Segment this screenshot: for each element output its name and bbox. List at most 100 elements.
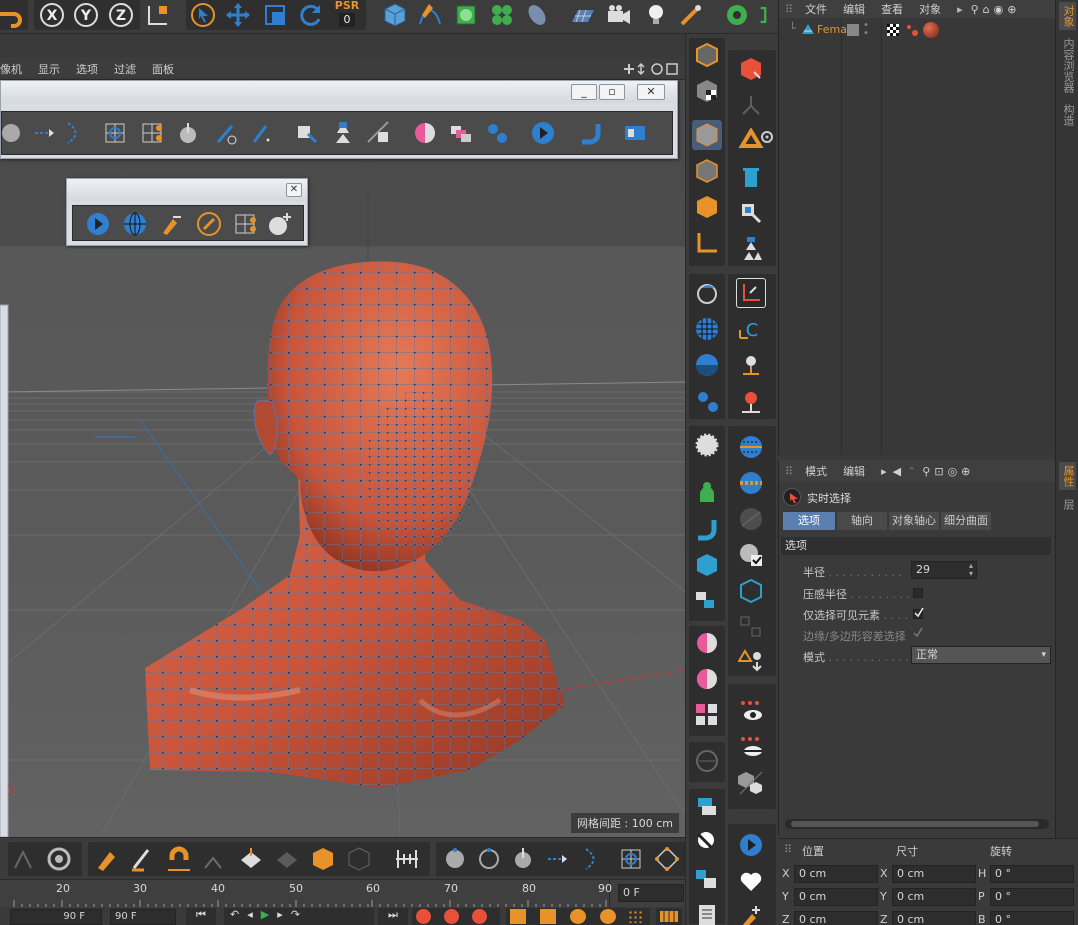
fracture-box-icon[interactable]: [692, 864, 722, 894]
grid-select-icon[interactable]: [100, 118, 130, 148]
rotation-p-input[interactable]: 0 °: [990, 888, 1074, 906]
loop-select-icon[interactable]: [542, 844, 572, 874]
burst-effector-icon[interactable]: [692, 430, 722, 460]
attr-more-arrow-icon[interactable]: ▸: [881, 465, 887, 478]
points-mode-icon[interactable]: [692, 156, 722, 186]
cube-primitive-icon[interactable]: [380, 0, 410, 30]
sphere-wire-icon[interactable]: [120, 209, 150, 239]
picture-viewer-icon[interactable]: [230, 209, 260, 239]
timeline-options-icon[interactable]: [656, 908, 682, 925]
edit-render-settings-icon[interactable]: [157, 209, 187, 239]
sculpt-brush-icon[interactable]: [676, 0, 706, 30]
render-active-icon[interactable]: [528, 118, 558, 148]
ring-select-icon[interactable]: [578, 844, 608, 874]
size-x-input[interactable]: 0 cm: [892, 865, 976, 883]
sweep-icon[interactable]: [576, 118, 606, 148]
attr-back-arrow-icon[interactable]: ◀: [893, 465, 901, 478]
position-y-input[interactable]: 0 cm: [794, 888, 878, 906]
timeline[interactable]: 20 30 40 50 60 70 80 90 0 F: [0, 879, 685, 908]
poly-edges-icon[interactable]: [474, 844, 504, 874]
grid-tool-icon[interactable]: [616, 844, 646, 874]
cube-disabled-icon[interactable]: [344, 844, 374, 874]
om-menu-object[interactable]: 对象: [919, 1, 941, 17]
instance-shapes-icon[interactable]: [736, 234, 766, 264]
om-search-icon[interactable]: ⚲: [971, 3, 979, 16]
tab-subdivision-surface[interactable]: 细分曲面: [941, 512, 991, 530]
attr-menu-edit[interactable]: 编辑: [843, 463, 865, 479]
rotation-h-input[interactable]: 0 °: [990, 865, 1074, 883]
horizontal-scrollbar[interactable]: [785, 819, 1049, 829]
curve-c-icon[interactable]: C: [736, 314, 766, 344]
tab-object-axis[interactable]: 对象轴心: [889, 512, 939, 530]
tab-structure[interactable]: 构造: [1059, 100, 1076, 130]
prev-key-icon[interactable]: ↶: [230, 908, 247, 921]
visibility-eye-icon[interactable]: [736, 696, 766, 726]
connect-objects-icon[interactable]: [736, 90, 766, 120]
axis-mode-icon[interactable]: [692, 228, 722, 258]
edge-loop-icon[interactable]: [29, 118, 59, 148]
scrollbar-thumb[interactable]: [791, 821, 1039, 827]
tab-objects[interactable]: 对象: [1059, 2, 1076, 30]
material-tag-icon[interactable]: [923, 22, 939, 38]
palette2-close-button[interactable]: ✕: [286, 183, 302, 197]
record-icon[interactable]: [416, 909, 431, 924]
extrude-icon[interactable]: [137, 118, 167, 148]
metaball-icon[interactable]: [482, 118, 512, 148]
pen-spline-icon[interactable]: [415, 0, 445, 30]
bridge-icon[interactable]: [60, 118, 90, 148]
smooth-brush-icon[interactable]: [128, 844, 158, 874]
rotate-icon[interactable]: [296, 0, 326, 30]
align-icon[interactable]: [392, 844, 422, 874]
playback-controls[interactable]: ↶◂▶▸↷: [224, 908, 374, 925]
model-mode-icon[interactable]: [692, 120, 722, 150]
python-generator-icon[interactable]: [722, 0, 752, 30]
visible-only-checkbox[interactable]: [913, 608, 924, 619]
floor-icon[interactable]: [568, 0, 598, 30]
selection-tag-icon[interactable]: [905, 23, 919, 37]
position-x-input[interactable]: 0 cm: [794, 865, 878, 883]
menu-panel[interactable]: 面板: [152, 61, 183, 77]
menu-filter[interactable]: 过滤: [114, 61, 145, 77]
rotation-b-input[interactable]: 0 °: [990, 911, 1074, 925]
layer-icon[interactable]: [847, 24, 859, 36]
quick-shading-icon[interactable]: [692, 350, 722, 380]
size-z-input[interactable]: 0 cm: [892, 911, 976, 925]
light-icon[interactable]: [641, 0, 671, 30]
next-frame-icon[interactable]: ▸: [277, 908, 291, 921]
symmetry-icon[interactable]: [692, 628, 722, 658]
disabled-sphere-icon[interactable]: [692, 746, 722, 776]
menu-camera[interactable]: 像机: [0, 61, 31, 77]
grab-icon[interactable]: [200, 844, 230, 874]
fracture-cubes-icon[interactable]: [692, 700, 722, 730]
sculpt-pencil-icon[interactable]: [92, 844, 122, 874]
camera-icon[interactable]: [604, 0, 634, 30]
tab-options[interactable]: 选项: [783, 512, 835, 530]
position-key-icon[interactable]: [510, 909, 526, 924]
rig-select-icon[interactable]: [736, 198, 766, 228]
joint-icon[interactable]: [736, 350, 766, 380]
om-add-icon[interactable]: ⊕: [1007, 3, 1016, 16]
attr-menu-mode[interactable]: 模式: [805, 463, 827, 479]
scale-key-icon[interactable]: [540, 909, 556, 924]
phong-tag-icon[interactable]: [887, 24, 899, 36]
tab-layers[interactable]: 层: [1059, 494, 1076, 514]
coordinate-system-icon[interactable]: [143, 0, 173, 30]
point-mode-icon[interactable]: [0, 118, 26, 148]
sculpt-disabled-icon[interactable]: [10, 844, 40, 874]
cube-outline-icon[interactable]: [736, 576, 766, 606]
auto-key-icon[interactable]: [444, 909, 459, 924]
triangle-object-icon[interactable]: [736, 646, 766, 676]
sphere-dots-icon[interactable]: [736, 468, 766, 498]
timeline-ruler[interactable]: 20 30 40 50 60 70 80 90: [0, 880, 612, 908]
edges-mode-icon[interactable]: [692, 192, 722, 222]
object-row[interactable]: └ Fema • •: [779, 20, 1055, 42]
box-icon[interactable]: [692, 550, 722, 580]
half-symmetry-icon[interactable]: [692, 664, 722, 694]
move-icon[interactable]: [223, 0, 253, 30]
inflate-icon[interactable]: [272, 844, 302, 874]
parameter-key-icon[interactable]: [600, 909, 616, 924]
make-editable-icon[interactable]: [692, 40, 722, 70]
heart-icon[interactable]: [736, 866, 766, 896]
poly-points-icon[interactable]: [440, 844, 470, 874]
more-tools-icon[interactable]: [756, 0, 776, 30]
